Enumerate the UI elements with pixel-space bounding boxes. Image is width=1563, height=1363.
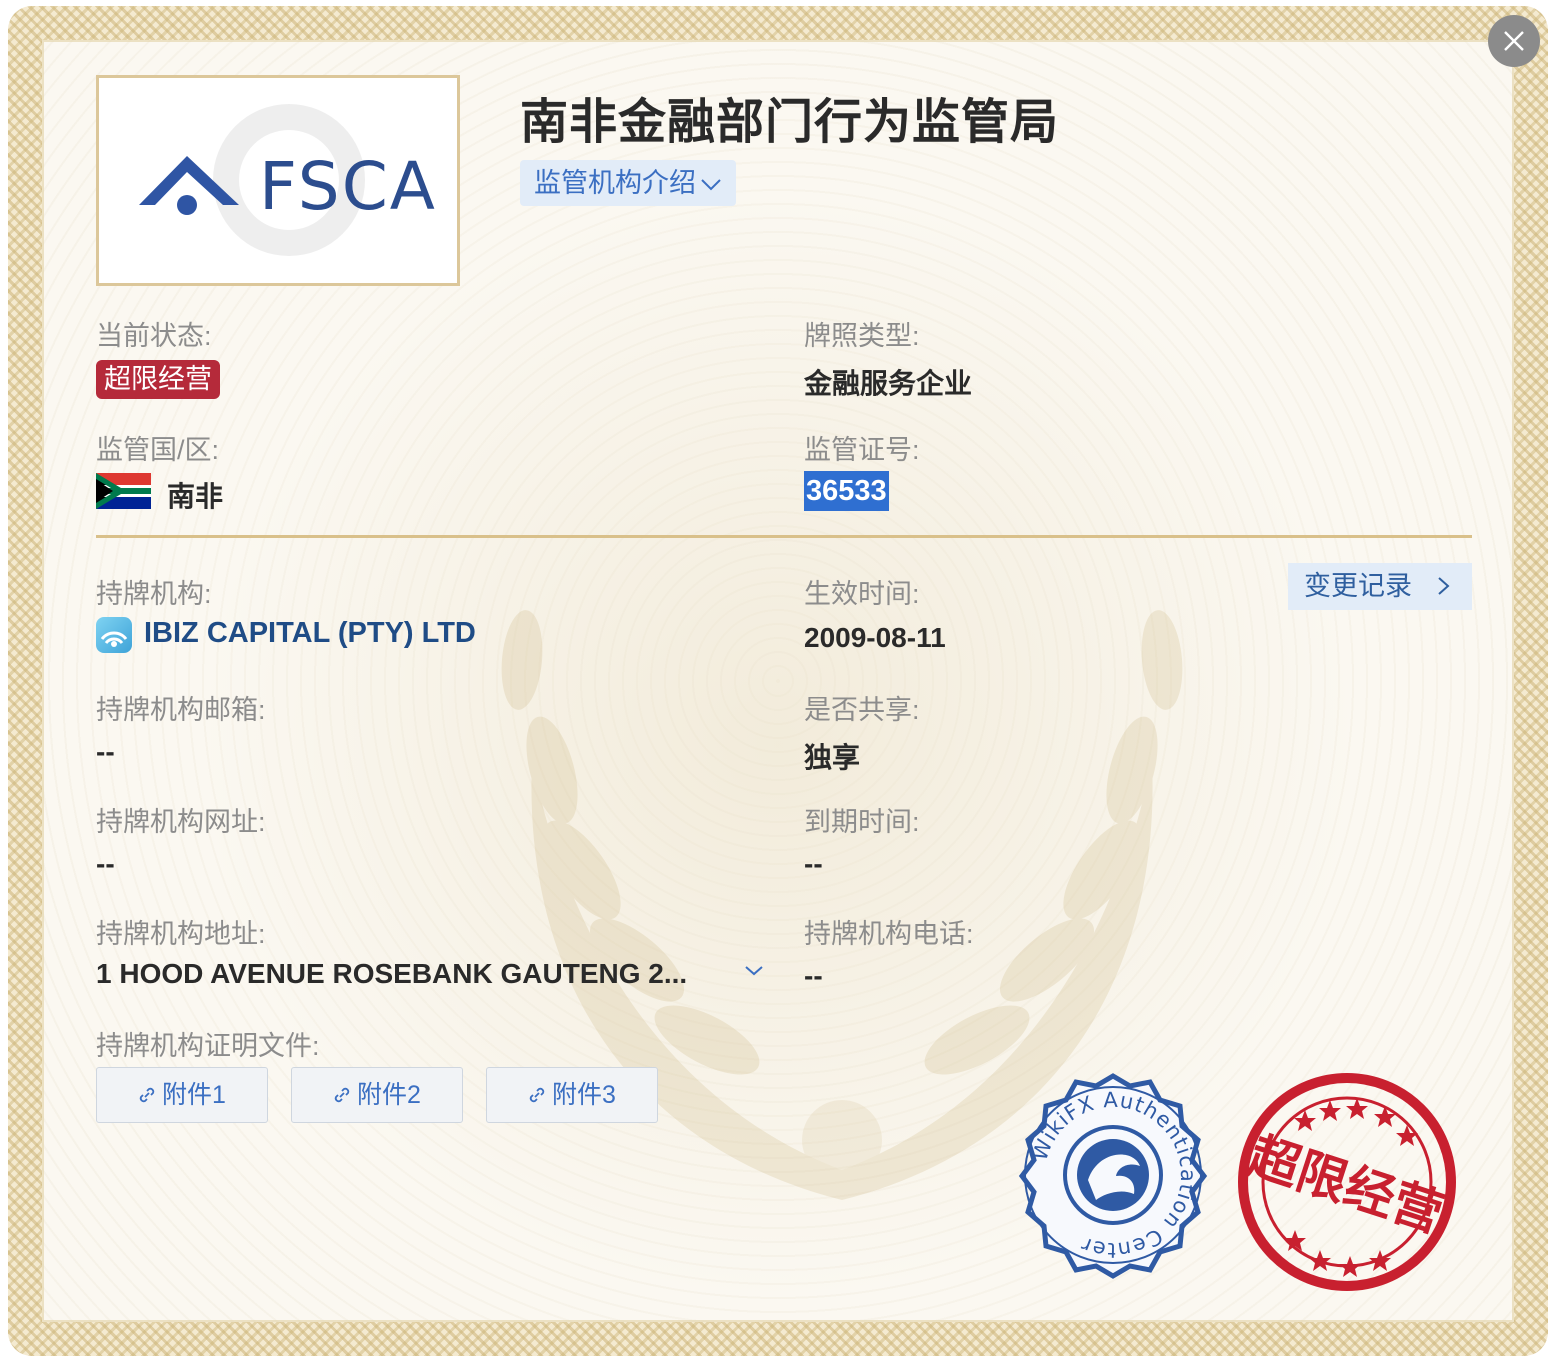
attachment-label: 附件2	[357, 1081, 421, 1109]
south-africa-flag-icon	[96, 473, 151, 509]
company-icon	[96, 617, 132, 653]
documents-label: 持牌机构证明文件:	[96, 1031, 320, 1061]
address-label: 持牌机构地址:	[96, 919, 266, 949]
close-icon	[1504, 31, 1524, 51]
license-no-label: 监管证号:	[804, 435, 920, 465]
close-button[interactable]	[1488, 15, 1540, 67]
link-icon	[333, 1069, 351, 1123]
chevron-down-icon	[700, 160, 722, 206]
license-type-value: 金融服务企业	[804, 368, 973, 399]
shared-value: 独享	[804, 742, 861, 773]
phone-value: --	[804, 960, 823, 991]
attachment-3-button[interactable]: 附件3	[486, 1067, 658, 1123]
change-history-label: 变更记录	[1304, 571, 1412, 601]
chevron-down-icon[interactable]	[744, 964, 764, 978]
expiry-value: --	[804, 848, 823, 879]
logo-text: FSCA	[259, 148, 437, 225]
link-icon	[138, 1069, 156, 1123]
intro-button-label: 监管机构介绍	[534, 168, 696, 198]
license-type-label: 牌照类型:	[804, 321, 920, 351]
attachment-label: 附件3	[552, 1081, 616, 1109]
wikifx-authentication-seal: WikiFX Authentication Center	[1018, 1073, 1208, 1279]
attachment-1-button[interactable]: 附件1	[96, 1067, 268, 1123]
attachment-label: 附件1	[162, 1081, 226, 1109]
phone-label: 持牌机构电话:	[804, 919, 974, 949]
section-divider	[96, 535, 1472, 538]
attachment-2-button[interactable]: 附件2	[291, 1067, 463, 1123]
license-no-value: 36533	[804, 471, 889, 511]
region-value: 南非	[167, 481, 224, 512]
website-label: 持牌机构网址:	[96, 807, 266, 837]
fsca-house-icon	[139, 156, 239, 215]
region-label: 监管国/区:	[96, 435, 220, 465]
effective-date-value: 2009-08-11	[804, 622, 946, 653]
stamp-text: 超限经营	[1242, 1126, 1450, 1243]
shared-label: 是否共享:	[804, 695, 920, 725]
regulator-intro-button[interactable]: 监管机构介绍	[520, 160, 736, 206]
email-value: --	[96, 736, 115, 767]
address-value: 1 HOOD AVENUE ROSEBANK GAUTENG 2...	[96, 958, 688, 989]
regulator-logo: FSCA	[96, 75, 460, 286]
holder-link[interactable]: IBIZ CAPITAL (PTY) LTD	[144, 617, 476, 650]
email-label: 持牌机构邮箱:	[96, 695, 266, 725]
chevron-right-icon	[1438, 577, 1450, 595]
link-icon	[528, 1069, 546, 1123]
status-label: 当前状态:	[96, 321, 212, 351]
website-value: --	[96, 848, 115, 879]
effective-date-label: 生效时间:	[804, 579, 920, 609]
status-badge: 超限经营	[96, 360, 220, 399]
page-title: 南非金融部门行为监管局	[520, 96, 1060, 149]
status-stamp: 超限经营	[1238, 1073, 1456, 1291]
holder-label: 持牌机构:	[96, 579, 212, 609]
change-history-button[interactable]: 变更记录	[1288, 563, 1472, 610]
expiry-label: 到期时间:	[804, 807, 920, 837]
